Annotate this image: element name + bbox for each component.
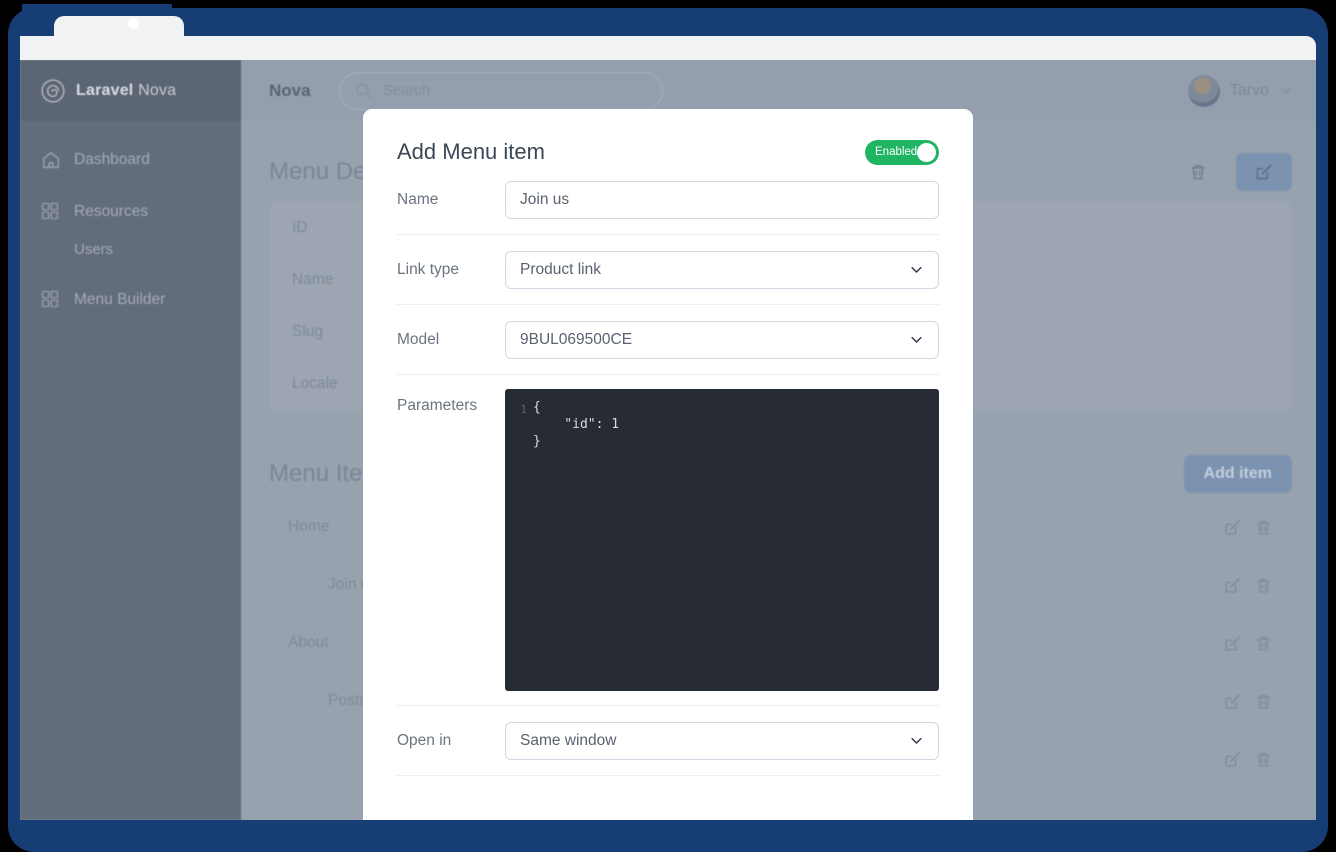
sidebar-item-resources[interactable]: Resources	[20, 193, 241, 231]
field-parameters: Parameters 1 { "id": 1 }	[397, 375, 939, 706]
edit-button[interactable]	[1236, 153, 1292, 191]
field-label: Parameters	[397, 397, 478, 414]
open-in-select[interactable]: Same window	[505, 721, 939, 760]
field-model: Model 9BUL069500CE	[397, 305, 939, 375]
chevron-down-icon	[909, 262, 924, 277]
add-menu-item-modal: Add Menu item Enabled Name Join us Link …	[363, 109, 973, 820]
field-label: Model	[397, 330, 440, 348]
search-input[interactable]: Search	[338, 71, 663, 110]
user-name-label: Tarvo	[1229, 81, 1269, 99]
list-item-actions	[1223, 692, 1273, 711]
search-placeholder: Search	[382, 82, 431, 99]
model-select[interactable]: 9BUL069500CE	[505, 320, 939, 359]
trash-icon[interactable]	[1254, 634, 1273, 653]
topbar-brand-label: Nova	[269, 80, 311, 100]
sidebar-brand-light: Nova	[133, 81, 177, 99]
link-type-value: Product link	[520, 260, 601, 278]
list-item-actions	[1223, 750, 1273, 769]
enabled-toggle-label: Enabled	[875, 146, 918, 158]
delete-button[interactable]	[1170, 153, 1226, 191]
field-label: Open in	[397, 731, 452, 749]
editor-code-content[interactable]: { "id": 1 }	[533, 399, 939, 691]
pencil-square-icon[interactable]	[1223, 576, 1242, 595]
grid-icon	[40, 201, 62, 223]
chevron-down-icon	[909, 332, 924, 347]
user-menu[interactable]: Tarvo	[1187, 74, 1292, 107]
home-icon	[40, 149, 62, 171]
sidebar-item-label: Users	[74, 240, 114, 258]
pencil-square-icon[interactable]	[1223, 692, 1242, 711]
favicon-dot-icon	[128, 18, 139, 29]
modal-form: Name Join us Link type Product link Mode…	[363, 165, 973, 776]
chevron-down-icon	[1279, 84, 1292, 97]
sidebar-item-label: Resources	[74, 203, 149, 220]
laravel-nova-spiral-logo-icon	[40, 78, 66, 104]
grid-icon	[40, 289, 62, 311]
field-label: Name	[397, 190, 439, 208]
detail-actions	[1170, 153, 1292, 191]
sidebar-item-menu-builder[interactable]: Menu Builder	[20, 281, 241, 319]
sidebar-item-label: Dashboard	[74, 151, 150, 168]
pencil-square-icon[interactable]	[1223, 518, 1242, 537]
trash-icon[interactable]	[1254, 576, 1273, 595]
open-in-value: Same window	[520, 731, 617, 749]
model-value: 9BUL069500CE	[520, 330, 633, 348]
name-input-value: Join us	[520, 190, 570, 208]
pencil-square-icon[interactable]	[1223, 634, 1242, 653]
toggle-knob	[917, 142, 936, 162]
add-item-button[interactable]: Add item	[1183, 455, 1292, 493]
sidebar-nav: Dashboard Resources Users Menu Builder	[20, 121, 241, 319]
sidebar-brand-label: Laravel Nova	[76, 82, 176, 100]
pencil-square-icon	[1254, 162, 1274, 182]
detail-row-label: Name	[292, 270, 334, 288]
pencil-square-icon[interactable]	[1223, 750, 1242, 769]
list-item-actions	[1223, 518, 1273, 537]
name-input[interactable]: Join us	[505, 180, 939, 219]
field-name: Name Join us	[397, 165, 939, 235]
detail-row-label: ID	[292, 218, 308, 236]
trash-icon[interactable]	[1254, 750, 1273, 769]
list-item-label: Posts	[328, 692, 367, 709]
list-item-label: About	[288, 634, 329, 651]
sidebar-brand[interactable]: Laravel Nova	[20, 60, 241, 121]
device-mockup: Laravel Nova Dashboard Resources Users M…	[0, 0, 1336, 852]
browser-toolbar	[20, 36, 1316, 60]
field-open-in: Open in Same window	[397, 706, 939, 776]
modal-header: Add Menu item Enabled	[363, 109, 973, 165]
list-item-actions	[1223, 634, 1273, 653]
trash-icon[interactable]	[1254, 692, 1273, 711]
enabled-toggle[interactable]: Enabled	[865, 139, 939, 165]
detail-row-label: Locale	[292, 375, 338, 392]
sidebar-item-label: Menu Builder	[74, 291, 166, 308]
chevron-down-icon	[909, 733, 924, 748]
sidebar: Laravel Nova Dashboard Resources Users M…	[20, 60, 241, 820]
search-icon	[354, 81, 373, 100]
detail-row-label: Slug	[292, 322, 324, 340]
modal-title: Add Menu item	[397, 139, 545, 164]
editor-line-numbers: 1	[520, 403, 527, 416]
avatar	[1187, 74, 1220, 107]
list-item-actions	[1223, 576, 1273, 595]
browser-viewport: Laravel Nova Dashboard Resources Users M…	[20, 60, 1316, 820]
trash-icon[interactable]	[1254, 518, 1273, 537]
sidebar-item-users[interactable]: Users	[20, 231, 241, 267]
parameters-code-editor[interactable]: 1 { "id": 1 }	[505, 389, 939, 691]
list-item-label: Home	[288, 518, 330, 535]
sidebar-brand-bold: Laravel	[76, 81, 134, 99]
field-link-type: Link type Product link	[397, 235, 939, 305]
link-type-select[interactable]: Product link	[505, 250, 939, 289]
field-label: Link type	[397, 260, 460, 278]
sidebar-item-dashboard[interactable]: Dashboard	[20, 141, 241, 179]
trash-icon	[1188, 162, 1208, 182]
